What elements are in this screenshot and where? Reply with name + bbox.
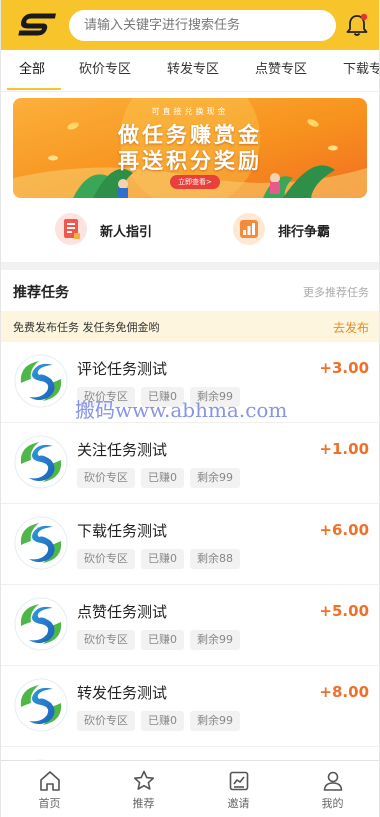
- tab-bargain[interactable]: 砍价专区: [79, 50, 131, 92]
- task-reward: +5.00: [319, 602, 369, 620]
- task-item[interactable]: 评论任务测试 砍价专区 已赚0 剩余99 +3.00: [1, 343, 379, 423]
- section-divider: [1, 262, 379, 270]
- nav-recommend-label: 推荐: [132, 797, 155, 810]
- bell-icon[interactable]: [344, 12, 370, 38]
- task-tags: 砍价专区 已赚0 剩余99: [77, 466, 246, 488]
- task-tags: 砍价专区 已赚0 剩余99: [77, 628, 246, 650]
- task-item[interactable]: 点赞任务测试 砍价专区 已赚0 剩余99 +5.00: [1, 586, 379, 666]
- task-earned-tag: 已赚0: [141, 549, 184, 569]
- quick-link-guide-label: 新人指引: [100, 225, 153, 240]
- nav-home-label: 首页: [38, 797, 61, 810]
- task-item[interactable]: 下载任务测试 砍价专区 已赚0 剩余88 +6.00: [1, 505, 379, 585]
- task-item[interactable]: [1, 748, 380, 760]
- guide-icon: [55, 213, 87, 245]
- task-list: 评论任务测试 砍价专区 已赚0 剩余99 +3.00 关注任务测试 砍价专区 已赚0 剩…: [1, 343, 380, 760]
- quick-links: 新人指引 排行争霸: [1, 205, 379, 260]
- logo-s-icon[interactable]: [17, 11, 57, 39]
- publish-link[interactable]: 去发布: [333, 319, 369, 336]
- task-reward: +6.00: [319, 521, 369, 539]
- task-earned-tag: 已赚0: [141, 711, 184, 731]
- quick-link-ranking[interactable]: 排行争霸: [231, 211, 351, 251]
- banner-caption: 可直接兑换现金: [151, 107, 229, 116]
- task-title: 关注任务测试: [77, 441, 168, 459]
- banner-view-button[interactable]: 立即查看>: [170, 175, 220, 189]
- user-icon: [323, 771, 343, 791]
- more-tasks-link[interactable]: 更多推荐任务: [303, 284, 369, 300]
- header-bar: 请输入关键字进行搜索任务: [1, 0, 379, 50]
- task-logo-icon: [13, 434, 69, 490]
- active-tab-indicator: [7, 88, 61, 90]
- task-reward: +1.00: [319, 440, 369, 458]
- ranking-icon: [233, 213, 265, 245]
- task-remaining-tag: 剩余99: [190, 630, 240, 650]
- nav-invite[interactable]: 邀请: [191, 761, 286, 817]
- task-logo-icon: [13, 353, 69, 409]
- section-title: 推荐任务: [13, 285, 69, 301]
- task-earned-tag: 已赚0: [141, 630, 184, 650]
- nav-profile-label: 我的: [321, 797, 344, 810]
- task-category-tag: 砍价专区: [77, 711, 135, 731]
- notice-text: 免费发布任务 发任务免佣金哟: [13, 321, 160, 334]
- tab-like[interactable]: 点赞专区: [255, 50, 307, 92]
- task-reward: +8.00: [319, 683, 369, 701]
- task-remaining-tag: 剩余99: [190, 468, 240, 488]
- task-earned-tag: 已赚0: [141, 387, 184, 407]
- task-item[interactable]: 转发任务测试 砍价专区 已赚0 剩余99 +8.00: [1, 667, 379, 747]
- task-category-tag: 砍价专区: [77, 387, 135, 407]
- task-category-tag: 砍价专区: [77, 468, 135, 488]
- task-title: 转发任务测试: [77, 684, 168, 702]
- task-category-tag: 砍价专区: [77, 630, 135, 650]
- tab-forward[interactable]: 转发专区: [167, 50, 219, 92]
- task-category-tag: 砍价专区: [77, 549, 135, 569]
- task-remaining-tag: 剩余99: [190, 387, 240, 407]
- star-icon: [133, 770, 155, 790]
- tab-download[interactable]: 下载专: [343, 50, 379, 92]
- recommended-header: 推荐任务 更多推荐任务: [1, 270, 379, 310]
- task-title: 评论任务测试: [77, 360, 168, 378]
- task-logo-icon: [13, 596, 69, 652]
- task-tags: 砍价专区 已赚0 剩余99: [77, 385, 246, 407]
- task-tags: 砍价专区 已赚0 剩余99: [77, 709, 246, 731]
- nav-profile[interactable]: 我的: [285, 761, 379, 817]
- promo-banner[interactable]: 可直接兑换现金 做任务赚赏金 再送积分奖励 立即查看>: [13, 98, 367, 198]
- task-tags: 砍价专区 已赚0 剩余88: [77, 547, 246, 569]
- task-reward: +3.00: [319, 359, 369, 377]
- quick-link-ranking-label: 排行争霸: [278, 225, 331, 240]
- bottom-navigation: 首页 推荐 邀请 我的: [1, 760, 379, 817]
- task-earned-tag: 已赚0: [141, 468, 184, 488]
- home-icon: [40, 771, 60, 791]
- task-title: 点赞任务测试: [77, 603, 168, 621]
- task-remaining-tag: 剩余99: [190, 711, 240, 731]
- app-screen: 请输入关键字进行搜索任务 全部 砍价专区 转发专区 点赞专区 下载专 可直接兑换…: [0, 0, 380, 817]
- quick-link-guide[interactable]: 新人指引: [53, 211, 173, 251]
- nav-invite-label: 邀请: [227, 797, 250, 810]
- publish-notice: 免费发布任务 发任务免佣金哟 去发布: [1, 311, 379, 342]
- task-remaining-tag: 剩余88: [190, 549, 240, 569]
- banner-subheadline: 再送积分奖励: [118, 149, 262, 173]
- search-input[interactable]: 请输入关键字进行搜索任务: [69, 10, 336, 41]
- task-logo-icon: [13, 677, 69, 733]
- nav-home[interactable]: 首页: [2, 761, 97, 817]
- category-tabs: 全部 砍价专区 转发专区 点赞专区 下载专: [1, 50, 379, 92]
- tab-all[interactable]: 全部: [19, 50, 45, 92]
- task-title: 下载任务测试: [77, 522, 168, 540]
- task-logo-icon: [13, 515, 69, 571]
- invite-icon: [229, 771, 249, 791]
- nav-recommend[interactable]: 推荐: [96, 761, 191, 817]
- task-item[interactable]: 关注任务测试 砍价专区 已赚0 剩余99 +1.00: [1, 424, 379, 504]
